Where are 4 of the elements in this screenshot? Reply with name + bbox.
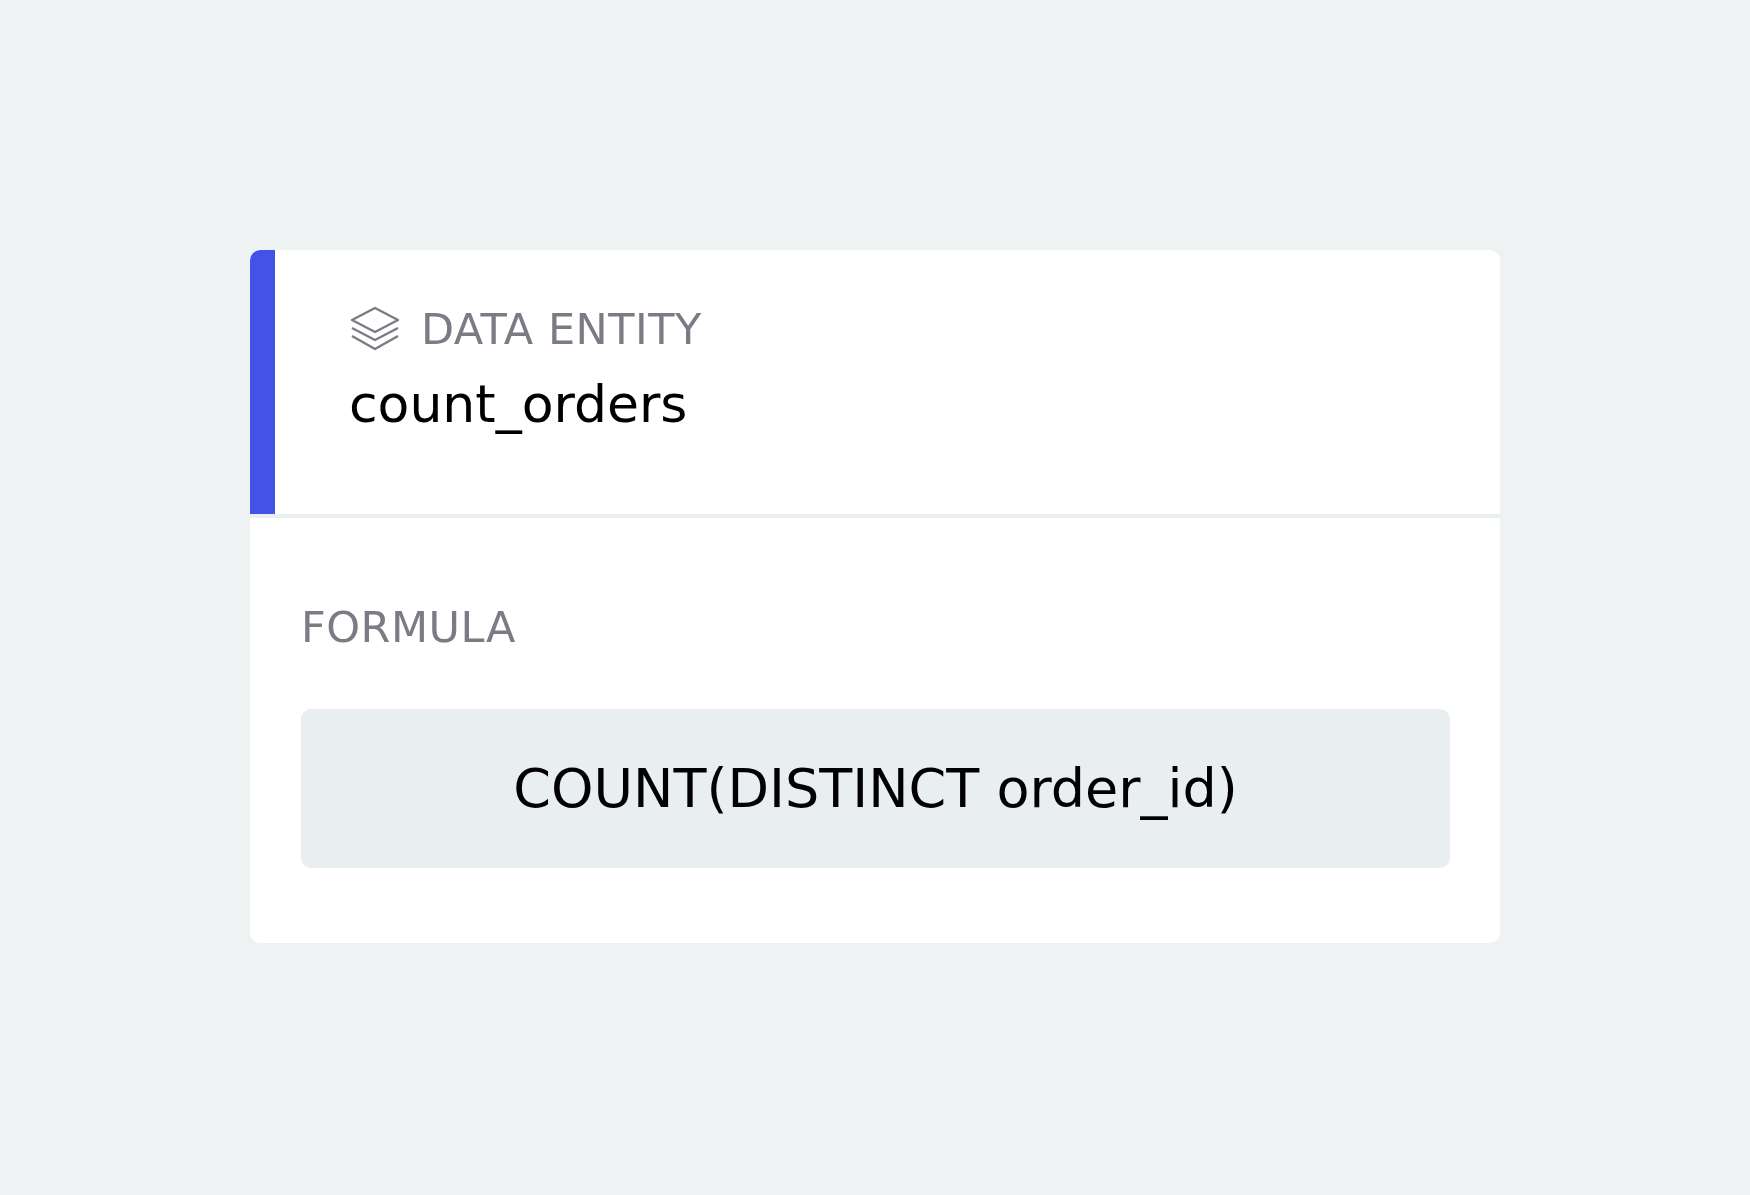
layers-icon <box>349 306 401 352</box>
entity-type-label: DATA ENTITY <box>421 307 702 351</box>
formula-label: FORMULA <box>301 606 517 649</box>
formula-box: COUNT(DISTINCT order_id) <box>301 709 1450 868</box>
